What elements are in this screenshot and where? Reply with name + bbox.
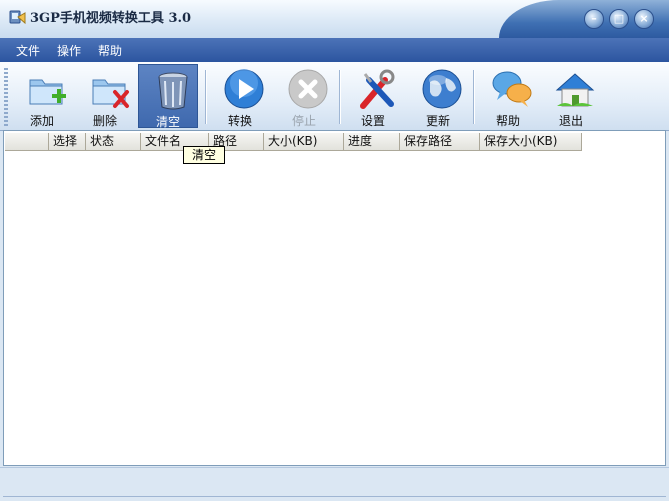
menu-file[interactable]: 文件 (16, 42, 40, 59)
title-bar: 3GP手机视频转换工具 3.0 – □ × (0, 0, 669, 38)
help-button[interactable]: 帮助 (478, 64, 538, 128)
column-header-select[interactable]: 选择 (49, 133, 86, 151)
window-title: 3GP手机视频转换工具 3.0 (30, 11, 192, 26)
trash-can-icon (158, 72, 188, 110)
app-icon (9, 10, 26, 25)
clear-button-label: 清空 (155, 115, 180, 129)
toolbar-separator (205, 70, 207, 124)
delete-button[interactable]: 删除 (75, 64, 135, 128)
column-header-progress[interactable]: 进度 (344, 133, 400, 151)
toolbar: 添加 删除 清空 转换 停止 设置 更新 帮助 退出 (0, 62, 669, 131)
status-bar-divider (3, 496, 666, 497)
help-button-label: 帮助 (495, 114, 520, 128)
column-header-index[interactable] (5, 133, 49, 151)
add-folder-icon (29, 79, 66, 105)
menu-bar: 文件 操作 帮助 (0, 38, 669, 62)
maximize-button[interactable]: □ (609, 9, 629, 29)
add-button[interactable]: 添加 (12, 64, 72, 128)
delete-folder-icon (92, 79, 129, 108)
update-button[interactable]: 更新 (408, 64, 468, 128)
clear-button[interactable]: 清空 (138, 64, 198, 129)
convert-button-label: 转换 (227, 114, 252, 128)
toolbar-separator (473, 70, 475, 124)
tools-icon (360, 69, 395, 109)
column-header-size[interactable]: 大小(KB) (264, 133, 344, 151)
settings-button[interactable]: 设置 (343, 64, 403, 128)
close-button[interactable]: × (634, 9, 654, 29)
menu-help[interactable]: 帮助 (98, 42, 122, 59)
stop-button[interactable]: 停止 (274, 64, 334, 128)
exit-button[interactable]: 退出 (541, 64, 601, 128)
add-button-label: 添加 (29, 114, 54, 128)
delete-button-label: 删除 (92, 114, 117, 128)
update-button-label: 更新 (425, 114, 450, 128)
toolbar-grip[interactable] (4, 68, 8, 126)
tooltip: 清空 (183, 146, 225, 164)
column-header-save-size[interactable]: 保存大小(KB) (480, 133, 582, 151)
play-icon (224, 69, 264, 109)
stop-button-label: 停止 (291, 114, 316, 128)
chat-bubbles-icon (492, 71, 532, 107)
stop-icon (288, 69, 328, 109)
globe-icon (422, 69, 462, 109)
exit-button-label: 退出 (558, 114, 583, 128)
file-list[interactable]: 选择 状态 文件名 路径 大小(KB) 进度 保存路径 保存大小(KB) (3, 130, 666, 466)
house-icon (555, 73, 595, 107)
column-header-status[interactable]: 状态 (86, 133, 141, 151)
settings-button-label: 设置 (360, 114, 385, 128)
convert-button[interactable]: 转换 (210, 64, 270, 128)
menu-operation[interactable]: 操作 (57, 42, 81, 59)
toolbar-separator (339, 70, 341, 124)
status-bar (0, 467, 669, 501)
minimize-button[interactable]: – (584, 9, 604, 29)
column-header-save-path[interactable]: 保存路径 (400, 133, 480, 151)
